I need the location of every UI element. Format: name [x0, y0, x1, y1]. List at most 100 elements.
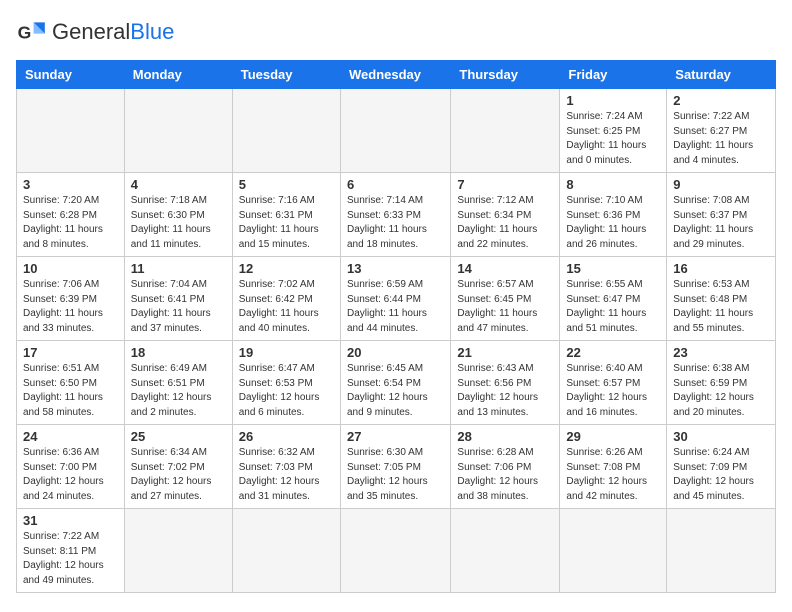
day-number: 25: [131, 429, 226, 444]
day-cell: 22 Sunrise: 6:40 AM Sunset: 6:57 PM Dayli…: [560, 341, 667, 425]
day-info: Sunrise: 7:20 AM Sunset: 6:28 PM Dayligh…: [23, 194, 118, 252]
day-info: Sunrise: 7:06 AM Sunset: 6:39 PM Dayligh…: [23, 278, 118, 336]
day-cell: 12 Sunrise: 7:02 AM Sunset: 6:42 PM Dayli…: [232, 257, 340, 341]
day-info: Sunrise: 7:22 AM Sunset: 6:27 PM Dayligh…: [673, 110, 769, 168]
day-cell: 1 Sunrise: 7:24 AM Sunset: 6:25 PM Daylig…: [560, 89, 667, 173]
day-info: Sunrise: 7:22 AM Sunset: 8:11 PM Dayligh…: [23, 530, 118, 588]
day-number: 3: [23, 177, 118, 192]
day-cell: 17Sunrise: 6:51 AM Sunset: 6:50 PM Dayli…: [17, 341, 125, 425]
day-info: Sunrise: 6:38 AM Sunset: 6:59 PM Dayligh…: [673, 362, 769, 420]
day-number: 12: [239, 261, 334, 276]
day-number: 14: [457, 261, 553, 276]
day-cell: [451, 509, 560, 593]
day-number: 8: [566, 177, 660, 192]
day-number: 18: [131, 345, 226, 360]
day-cell: 5 Sunrise: 7:16 AM Sunset: 6:31 PM Daylig…: [232, 173, 340, 257]
day-cell: 10 Sunrise: 7:06 AM Sunset: 6:39 PM Dayli…: [17, 257, 125, 341]
day-number: 9: [673, 177, 769, 192]
day-number: 19: [239, 345, 334, 360]
day-info: Sunrise: 6:53 AM Sunset: 6:48 PM Dayligh…: [673, 278, 769, 336]
day-info: Sunrise: 6:34 AM Sunset: 7:02 PM Dayligh…: [131, 446, 226, 504]
day-cell: 7 Sunrise: 7:12 AM Sunset: 6:34 PM Daylig…: [451, 173, 560, 257]
day-number: 23: [673, 345, 769, 360]
day-cell: 11 Sunrise: 7:04 AM Sunset: 6:41 PM Dayli…: [124, 257, 232, 341]
day-cell: 20Sunrise: 6:45 AM Sunset: 6:54 PM Dayli…: [340, 341, 450, 425]
logo-icon: G: [16, 16, 48, 48]
day-cell: 18 Sunrise: 6:49 AM Sunset: 6:51 PM Dayli…: [124, 341, 232, 425]
day-info: Sunrise: 7:12 AM Sunset: 6:34 PM Dayligh…: [457, 194, 553, 252]
day-cell: 23 Sunrise: 6:38 AM Sunset: 6:59 PM Dayli…: [667, 341, 776, 425]
day-number: 16: [673, 261, 769, 276]
week-row-6: 31 Sunrise: 7:22 AM Sunset: 8:11 PM Dayli…: [17, 509, 776, 593]
day-cell: 27Sunrise: 6:30 AM Sunset: 7:05 PM Dayli…: [340, 425, 450, 509]
day-cell: 2 Sunrise: 7:22 AM Sunset: 6:27 PM Daylig…: [667, 89, 776, 173]
day-info: Sunrise: 6:36 AM Sunset: 7:00 PM Dayligh…: [23, 446, 118, 504]
day-cell: [340, 89, 450, 173]
day-info: Sunrise: 6:32 AM Sunset: 7:03 PM Dayligh…: [239, 446, 334, 504]
day-info: Sunrise: 6:28 AM Sunset: 7:06 PM Dayligh…: [457, 446, 553, 504]
day-cell: 6 Sunrise: 7:14 AM Sunset: 6:33 PM Daylig…: [340, 173, 450, 257]
day-info: Sunrise: 6:49 AM Sunset: 6:51 PM Dayligh…: [131, 362, 226, 420]
day-cell: 4 Sunrise: 7:18 AM Sunset: 6:30 PM Daylig…: [124, 173, 232, 257]
day-cell: 28 Sunrise: 6:28 AM Sunset: 7:06 PM Dayli…: [451, 425, 560, 509]
header: G GeneralBlue: [16, 16, 776, 48]
col-header-sunday: Sunday: [17, 61, 125, 89]
week-row-3: 10 Sunrise: 7:06 AM Sunset: 6:39 PM Dayli…: [17, 257, 776, 341]
day-cell: 14Sunrise: 6:57 AM Sunset: 6:45 PM Dayli…: [451, 257, 560, 341]
day-info: Sunrise: 7:18 AM Sunset: 6:30 PM Dayligh…: [131, 194, 226, 252]
day-info: Sunrise: 7:08 AM Sunset: 6:37 PM Dayligh…: [673, 194, 769, 252]
day-number: 22: [566, 345, 660, 360]
day-info: Sunrise: 7:02 AM Sunset: 6:42 PM Dayligh…: [239, 278, 334, 336]
day-info: Sunrise: 7:24 AM Sunset: 6:25 PM Dayligh…: [566, 110, 660, 168]
day-cell: 19 Sunrise: 6:47 AM Sunset: 6:53 PM Dayli…: [232, 341, 340, 425]
day-cell: 3 Sunrise: 7:20 AM Sunset: 6:28 PM Daylig…: [17, 173, 125, 257]
day-info: Sunrise: 6:47 AM Sunset: 6:53 PM Dayligh…: [239, 362, 334, 420]
day-cell: 31 Sunrise: 7:22 AM Sunset: 8:11 PM Dayli…: [17, 509, 125, 593]
day-number: 28: [457, 429, 553, 444]
day-number: 24: [23, 429, 118, 444]
day-cell: [124, 509, 232, 593]
day-cell: [232, 89, 340, 173]
day-number: 5: [239, 177, 334, 192]
day-cell: [232, 509, 340, 593]
day-number: 17: [23, 345, 118, 360]
day-cell: [17, 89, 125, 173]
day-number: 4: [131, 177, 226, 192]
day-number: 7: [457, 177, 553, 192]
day-number: 31: [23, 513, 118, 528]
day-cell: 24 Sunrise: 6:36 AM Sunset: 7:00 PM Dayli…: [17, 425, 125, 509]
day-cell: [560, 509, 667, 593]
day-info: Sunrise: 7:16 AM Sunset: 6:31 PM Dayligh…: [239, 194, 334, 252]
day-cell: 15Sunrise: 6:55 AM Sunset: 6:47 PM Dayli…: [560, 257, 667, 341]
day-number: 27: [347, 429, 444, 444]
day-info: Sunrise: 6:40 AM Sunset: 6:57 PM Dayligh…: [566, 362, 660, 420]
day-info: Sunrise: 7:04 AM Sunset: 6:41 PM Dayligh…: [131, 278, 226, 336]
col-header-tuesday: Tuesday: [232, 61, 340, 89]
day-number: 6: [347, 177, 444, 192]
calendar-header-row: SundayMondayTuesdayWednesdayThursdayFrid…: [17, 61, 776, 89]
day-cell: [124, 89, 232, 173]
day-info: Sunrise: 7:14 AM Sunset: 6:33 PM Dayligh…: [347, 194, 444, 252]
day-cell: 16 Sunrise: 6:53 AM Sunset: 6:48 PM Dayli…: [667, 257, 776, 341]
col-header-monday: Monday: [124, 61, 232, 89]
day-cell: 13Sunrise: 6:59 AM Sunset: 6:44 PM Dayli…: [340, 257, 450, 341]
day-number: 30: [673, 429, 769, 444]
day-cell: 8Sunrise: 7:10 AM Sunset: 6:36 PM Daylig…: [560, 173, 667, 257]
day-number: 21: [457, 345, 553, 360]
day-number: 2: [673, 93, 769, 108]
week-row-1: 1 Sunrise: 7:24 AM Sunset: 6:25 PM Daylig…: [17, 89, 776, 173]
day-number: 26: [239, 429, 334, 444]
day-number: 11: [131, 261, 226, 276]
week-row-5: 24 Sunrise: 6:36 AM Sunset: 7:00 PM Dayli…: [17, 425, 776, 509]
day-cell: 25 Sunrise: 6:34 AM Sunset: 7:02 PM Dayli…: [124, 425, 232, 509]
day-cell: [340, 509, 450, 593]
day-cell: 30Sunrise: 6:24 AM Sunset: 7:09 PM Dayli…: [667, 425, 776, 509]
day-number: 1: [566, 93, 660, 108]
day-info: Sunrise: 6:55 AM Sunset: 6:47 PM Dayligh…: [566, 278, 660, 336]
day-cell: [667, 509, 776, 593]
col-header-wednesday: Wednesday: [340, 61, 450, 89]
day-info: Sunrise: 6:59 AM Sunset: 6:44 PM Dayligh…: [347, 278, 444, 336]
day-number: 10: [23, 261, 118, 276]
day-number: 29: [566, 429, 660, 444]
day-cell: 21Sunrise: 6:43 AM Sunset: 6:56 PM Dayli…: [451, 341, 560, 425]
